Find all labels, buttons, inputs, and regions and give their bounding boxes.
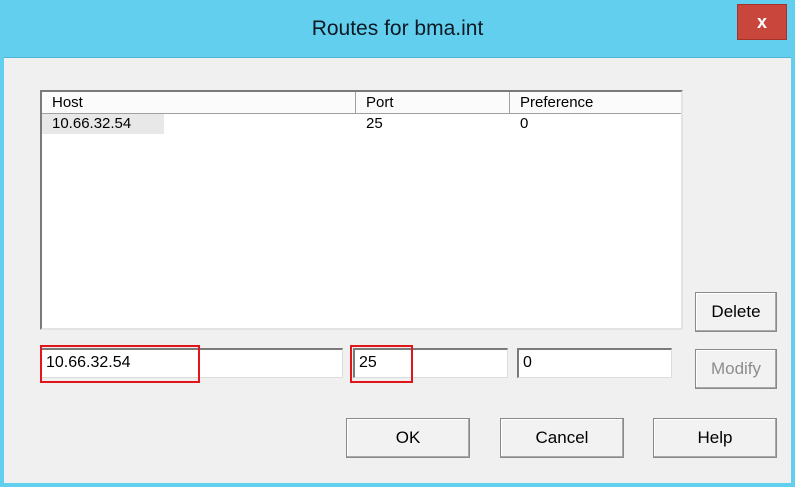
host-input[interactable]: 10.66.32.54 (40, 348, 343, 378)
list-header: Host Port Preference (42, 92, 681, 114)
close-button[interactable]: x (737, 4, 787, 40)
cancel-button[interactable]: Cancel (500, 418, 624, 458)
window-frame-bottom (0, 483, 795, 487)
ok-button[interactable]: OK (346, 418, 470, 458)
routes-list[interactable]: Host Port Preference 10.66.32.54 25 0 (40, 90, 683, 330)
delete-button[interactable]: Delete (695, 292, 777, 332)
cell-host: 10.66.32.54 (42, 114, 164, 134)
modify-button[interactable]: Modify (695, 349, 777, 389)
window-title: Routes for bma.int (311, 17, 484, 40)
port-input[interactable]: 25 (353, 348, 508, 378)
column-header-preference[interactable]: Preference (510, 92, 681, 114)
cell-port: 25 (366, 115, 383, 132)
cell-preference: 0 (520, 115, 529, 132)
table-row[interactable]: 10.66.32.54 25 0 (42, 114, 681, 134)
preference-input[interactable]: 0 (517, 348, 672, 378)
window-frame-left (0, 57, 4, 487)
column-header-host[interactable]: Host (42, 92, 356, 114)
window-frame-right (791, 57, 795, 487)
column-header-port[interactable]: Port (356, 92, 510, 114)
help-button[interactable]: Help (653, 418, 777, 458)
close-icon: x (756, 11, 767, 32)
